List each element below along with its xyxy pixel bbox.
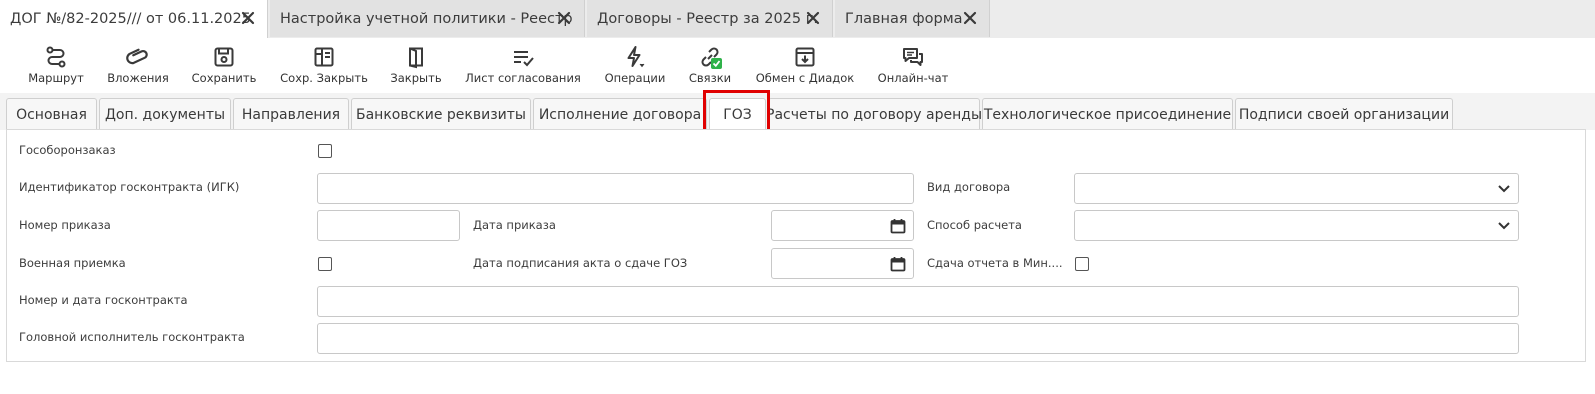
links-button[interactable]: Связки [686,38,734,93]
order-date-label: Дата приказа [473,218,556,232]
route-button[interactable]: Маршрут [24,38,88,93]
tab-own-organization-signatures[interactable]: Подписи своей организации [1235,98,1453,131]
close-button[interactable]: Закрыть [388,38,444,93]
chevron-down-icon [1498,185,1510,193]
attachments-label: Вложения [107,71,169,85]
payment-method-label: Способ расчета [927,218,1022,232]
save-label: Сохранить [191,71,257,85]
doc-tab-label: Договоры - Реестр за 2025 г. [597,10,818,27]
operations-label: Операции [604,71,666,85]
order-number-input[interactable] [317,210,460,241]
tab-label: Направления [241,107,341,123]
chevron-down-icon [1498,222,1510,230]
calendar-icon[interactable] [890,256,906,272]
doc-tab-label: Главная форма [845,10,963,27]
tab-label: Банковские реквизиты [356,107,526,123]
save-close-label: Сохр. Закрыть [280,71,368,85]
doc-tab-policy-settings[interactable]: Настройка учетной политики - Реестр [270,0,585,37]
tab-bank-details[interactable]: Банковские реквизиты [351,98,531,131]
diadoc-exchange-button[interactable]: Обмен с Диадок [752,38,858,93]
section-tab-bar: Основная Доп. документы Направления Банк… [0,93,1595,131]
doc-tab-contract[interactable]: ДОГ №/82-2025/// от 06.11.2025 [0,0,268,38]
contract-type-select[interactable] [1074,173,1519,204]
order-date-input[interactable] [771,210,914,241]
approval-sheet-label: Лист согласования [465,71,581,85]
tab-additional-documents[interactable]: Доп. документы [99,98,231,131]
tab-label: Расчеты по договору аренды [766,107,983,123]
lightning-icon [627,46,645,68]
save-close-button[interactable]: Сохр. Закрыть [278,38,370,93]
act-sign-date-label: Дата подписания акта о сдаче ГОЗ [473,256,688,270]
contract-type-label: Вид договора [927,180,1011,194]
approval-sheet-button[interactable]: Лист согласования [463,38,583,93]
close-icon[interactable] [557,11,571,25]
save-icon [214,47,234,67]
tab-label: Доп. документы [104,107,226,123]
close-label: Закрыть [390,71,442,85]
calendar-icon[interactable] [890,218,906,234]
igk-input[interactable] [317,173,914,204]
defense-order-label: Гособоронзаказ [19,143,116,157]
tab-label: Исполнение договора [538,107,702,123]
close-door-icon [409,47,423,69]
defense-order-checkbox[interactable] [318,144,332,158]
goz-form-panel: Гособоронзаказ Идентификатор госконтракт… [6,129,1586,362]
military-acceptance-checkbox[interactable] [318,257,332,271]
contract-number-date-input[interactable] [317,286,1519,317]
tab-label: Подписи своей организации [1238,107,1450,123]
tab-label: Основная [16,107,87,123]
chat-label: Онлайн-чат [877,71,949,85]
document-tab-bar: ДОГ №/82-2025/// от 06.11.2025 Настройка… [0,0,1595,38]
chat-icon [903,48,923,66]
military-acceptance-label: Военная приемка [19,256,126,270]
doc-tab-contracts-registry[interactable]: Договоры - Реестр за 2025 г. [587,0,833,37]
doc-tab-label: Настройка учетной политики - Реестр [280,10,573,27]
tab-main[interactable]: Основная [6,98,97,131]
report-submission-label: Сдача отчета в Мин.... [927,256,1063,270]
tab-lease-settlements[interactable]: Расчеты по договору аренды [766,98,983,131]
save-button[interactable]: Сохранить [189,38,259,93]
save-close-icon [314,47,334,67]
operations-button[interactable]: Операции [601,38,669,93]
contract-number-date-label: Номер и дата госконтракта [19,293,188,307]
doc-tab-label: ДОГ №/82-2025/// от 06.11.2025 [10,11,251,27]
head-executor-input[interactable] [317,323,1519,354]
tab-technological-connection[interactable]: Технологическое присоединение [982,98,1233,131]
checklist-icon [514,51,534,67]
links-label: Связки [688,71,732,85]
online-chat-button[interactable]: Онлайн-чат [875,38,951,93]
attachments-button[interactable]: Вложения [104,38,172,93]
tab-goz[interactable]: ГОЗ [709,98,766,131]
head-executor-label: Головной исполнитель госконтракта [19,330,245,344]
tab-label: ГОЗ [723,107,752,123]
payment-method-select[interactable] [1074,210,1519,241]
report-submission-checkbox[interactable] [1075,257,1089,271]
route-label: Маршрут [28,71,84,85]
route-icon [46,46,66,68]
close-icon[interactable] [806,11,820,25]
diadoc-label: Обмен с Диадок [755,71,855,85]
link-icon [701,47,722,69]
igk-label: Идентификатор госконтракта (ИГК) [19,180,240,194]
tab-directions[interactable]: Направления [233,98,349,131]
act-sign-date-input[interactable] [771,248,914,279]
paperclip-icon [126,48,148,65]
order-number-label: Номер приказа [19,218,111,232]
doc-tab-main-form[interactable]: Главная форма [835,0,990,37]
tab-label: Технологическое присоединение [983,107,1232,123]
close-icon[interactable] [963,11,977,25]
toolbar: Маршрут Вложения Сохранить Сохр. Закрыть… [0,38,1595,93]
tab-contract-execution[interactable]: Исполнение договора [533,98,707,131]
close-icon[interactable] [241,11,255,25]
download-box-icon [795,47,815,67]
